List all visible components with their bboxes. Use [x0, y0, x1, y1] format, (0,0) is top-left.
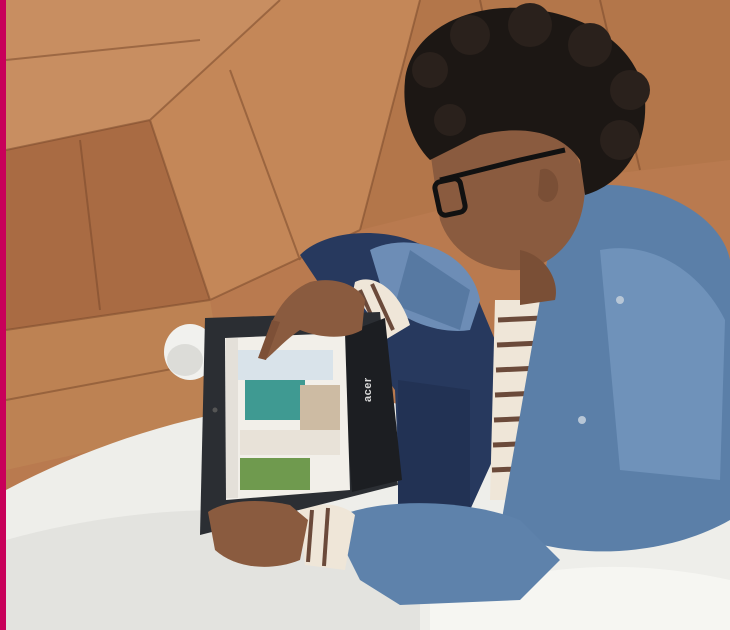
- photo-scene: acer: [0, 0, 730, 630]
- accent-bar: [0, 0, 6, 630]
- tablet-brand-logo: acer: [362, 377, 374, 402]
- photo-illustration: [0, 0, 730, 630]
